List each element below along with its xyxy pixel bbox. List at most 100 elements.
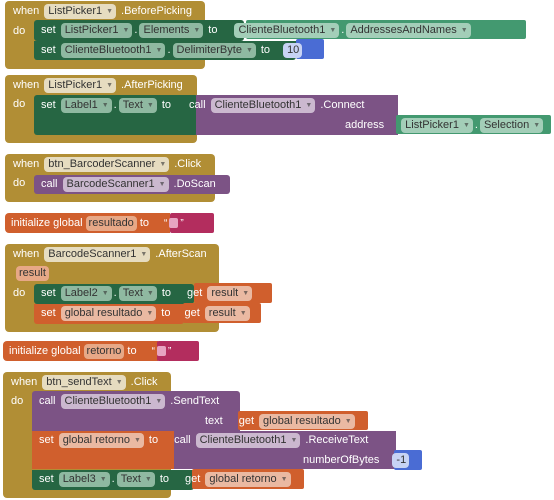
init-row: initialize global resultado to “” [8, 213, 186, 233]
chevron-down-icon: ▼ [122, 26, 130, 34]
dot: . [113, 99, 117, 111]
chevron-down-icon: ▼ [245, 46, 253, 54]
component-dropdown[interactable]: ClienteBluetooth1 ▼ [210, 97, 316, 113]
chevron-down-icon: ▼ [239, 309, 247, 317]
string-box[interactable] [156, 346, 166, 356]
event-name: .BeforePicking [121, 5, 192, 17]
dropdown-label: BarcodeScanner1 [48, 248, 137, 260]
component-dropdown[interactable]: ListPicker1 ▼ [401, 117, 473, 133]
set-label: set [41, 99, 56, 111]
method-name: .DoScan [173, 178, 216, 190]
dropdown-label: Elements [143, 24, 190, 36]
chevron-down-icon: ▼ [290, 436, 298, 444]
string-field[interactable]: “” [162, 218, 186, 229]
property-dropdown[interactable]: AddressesAndNames ▼ [346, 22, 471, 38]
set-label: set [39, 434, 54, 446]
arg-label: text [205, 415, 223, 427]
component-dropdown[interactable]: Label2 ▼ [60, 285, 112, 301]
chevron-down-icon: ▼ [155, 397, 163, 405]
dropdown-label: global resultado [263, 415, 341, 427]
property-dropdown[interactable]: Selection ▼ [479, 117, 544, 133]
quote-open: “ [151, 345, 155, 357]
when-label: when [11, 376, 38, 388]
chevron-down-icon: ▼ [193, 26, 201, 34]
variable-name-field[interactable]: retorno [83, 343, 125, 359]
chevron-down-icon: ▼ [101, 289, 109, 297]
to-label: to [161, 287, 172, 299]
arg-label: numberOfBytes [303, 454, 380, 466]
component-dropdown[interactable]: Label3 ▼ [58, 471, 110, 487]
component-dropdown[interactable]: btn_BarcoderScanner ▼ [44, 156, 170, 172]
component-dropdown[interactable]: ClienteBluetooth1 ▼ [60, 42, 166, 58]
string-box[interactable] [169, 218, 179, 228]
chevron-down-icon: ▼ [140, 250, 148, 258]
variable-dropdown[interactable]: global retorno ▼ [205, 471, 291, 487]
dropdown-label: Label1 [64, 99, 98, 111]
variable-dropdown[interactable]: global resultado ▼ [60, 305, 157, 321]
dropdown-label: ClienteBluetooth1 [238, 24, 326, 36]
chevron-down-icon: ▼ [159, 160, 167, 168]
event-name: .Click [130, 376, 158, 388]
quote-open: “ [164, 217, 168, 229]
property-dropdown[interactable]: Text ▼ [118, 285, 157, 301]
dropdown-label: btn_BarcoderScanner [48, 158, 156, 170]
component-dropdown[interactable]: BarcodeScanner1 ▼ [62, 176, 169, 192]
event-param[interactable]: result [16, 265, 49, 281]
number-field[interactable]: -1 [392, 452, 410, 468]
set-label: set [41, 287, 56, 299]
dropdown-label: result [208, 307, 236, 319]
call-row: call BarcodeScanner1 ▼ .DoScan [38, 174, 219, 194]
do-label: do [11, 395, 24, 407]
dropdown-label: ClienteBluetooth1 [199, 434, 287, 446]
dropdown-label: Label3 [62, 473, 96, 485]
property-dropdown[interactable]: Elements ▼ [139, 22, 204, 38]
dot: . [474, 119, 478, 131]
component-dropdown[interactable]: ListPicker1 ▼ [60, 22, 133, 38]
dropdown-label: ListPicker1 [405, 119, 459, 131]
string-field[interactable]: “” [150, 346, 174, 357]
call-row: call ClienteBluetooth1 ▼ .SendText [36, 391, 222, 411]
property-dropdown[interactable]: Text ▼ [118, 97, 157, 113]
chevron-down-icon: ▼ [155, 46, 163, 54]
component-dropdown[interactable]: ClienteBluetooth1 ▼ [195, 432, 301, 448]
when-label: when [13, 158, 40, 170]
event-name: .Click [174, 158, 202, 170]
variable-dropdown[interactable]: global retorno ▼ [58, 432, 144, 448]
variable-dropdown[interactable]: result ▼ [204, 305, 250, 321]
property-dropdown[interactable]: Text ▼ [116, 471, 155, 487]
event-name: .AfterPicking [121, 79, 183, 91]
component-dropdown[interactable]: btn_sendText ▼ [42, 374, 126, 390]
chevron-down-icon: ▼ [242, 289, 250, 297]
dropdown-label: global retorno [62, 434, 130, 446]
component-dropdown[interactable]: ClienteBluetooth1 ▼ [234, 22, 340, 38]
dropdown-label: BarcodeScanner1 [66, 178, 155, 190]
do-label: do [13, 98, 26, 110]
to-label: to [260, 44, 271, 56]
dropdown-label: Text [120, 473, 141, 485]
init-row: initialize global retorno to “” [6, 341, 173, 361]
component-dropdown[interactable]: BarcodeScanner1 ▼ [44, 246, 151, 262]
init-label: initialize global [11, 217, 83, 229]
component-dropdown[interactable]: Label1 ▼ [60, 97, 112, 113]
event-header: when BarcodeScanner1 ▼ .AfterScan [10, 244, 210, 264]
arg-row: numberOfBytes -1 [300, 450, 411, 470]
quote-close: ” [167, 345, 172, 357]
dropdown-label: global retorno [209, 473, 277, 485]
variable-name-field[interactable]: resultado [85, 215, 137, 231]
set-row-1: set Label2 ▼ . Text ▼ to get result ▼ [38, 283, 254, 303]
dropdown-label: ListPicker1 [64, 24, 119, 36]
chevron-down-icon: ▼ [329, 26, 337, 34]
component-dropdown[interactable]: ListPicker1 ▼ [44, 77, 117, 93]
property-dropdown[interactable]: DelimiterByte ▼ [172, 42, 256, 58]
variable-dropdown[interactable]: result ▼ [207, 285, 253, 301]
chevron-down-icon: ▼ [305, 101, 313, 109]
component-dropdown[interactable]: ListPicker1 ▼ [44, 3, 117, 19]
variable-dropdown[interactable]: global resultado ▼ [259, 413, 355, 429]
number-field[interactable]: 10 [283, 42, 303, 58]
when-label: when [13, 248, 40, 260]
chevron-down-icon: ▼ [533, 121, 541, 129]
component-dropdown[interactable]: ClienteBluetooth1 ▼ [60, 393, 166, 409]
method-name: .SendText [170, 395, 220, 407]
dot: . [111, 473, 115, 485]
event-header: when ListPicker1 ▼ .AfterPicking [10, 75, 186, 95]
